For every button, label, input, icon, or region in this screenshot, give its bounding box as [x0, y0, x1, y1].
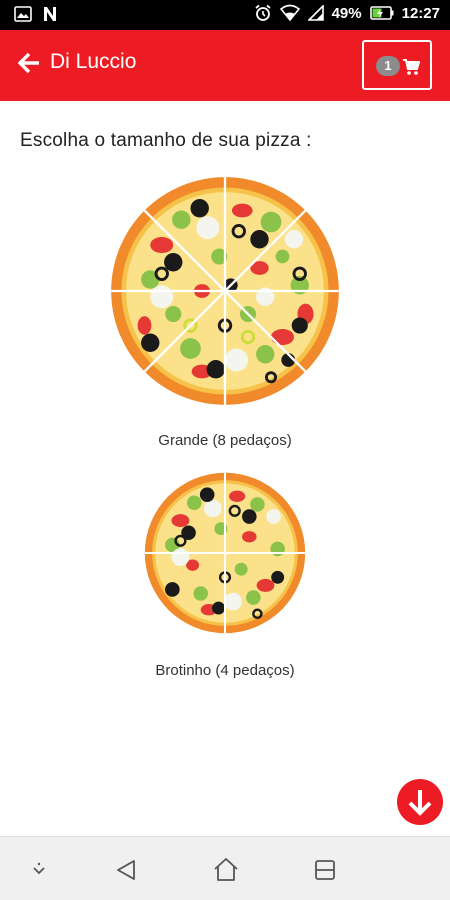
app-bar: Di Luccio 1 [0, 30, 450, 101]
pizza-4-slices-image[interactable] [144, 472, 306, 634]
cart-icon [402, 58, 421, 81]
clock: 12:27 [401, 4, 440, 22]
system-nav-bar [0, 836, 450, 900]
signal-icon [307, 5, 324, 21]
battery-percent: 49% [331, 4, 362, 22]
home-icon[interactable] [211, 855, 241, 885]
arrow-down-icon [408, 790, 432, 816]
alarm-icon [254, 4, 272, 22]
pizza-label-brotinho: Brotinho (4 pedaços) [155, 662, 295, 679]
cart-count-badge: 1 [376, 56, 400, 76]
wifi-icon [279, 4, 300, 22]
status-bar: 49% 12:27 [0, 0, 450, 30]
pizza-option-grande[interactable]: Grande (8 pedaços) [0, 176, 450, 456]
size-prompt: Escolha o tamanho de sua pizza : [20, 130, 312, 151]
hide-keyboard-icon[interactable] [24, 855, 54, 885]
pizza-8-slices-image[interactable] [110, 176, 340, 406]
n-icon [42, 6, 58, 22]
cart-button[interactable]: 1 [362, 40, 432, 90]
pizza-label-grande: Grande (8 pedaços) [158, 432, 292, 449]
image-icon [14, 6, 32, 22]
scroll-down-button[interactable] [397, 779, 443, 825]
arrow-left-icon[interactable] [17, 52, 40, 74]
app-title: Di Luccio [50, 50, 137, 73]
back-triangle-icon[interactable] [112, 855, 142, 885]
pizza-option-brotinho[interactable]: Brotinho (4 pedaços) [0, 472, 450, 687]
recents-icon[interactable] [310, 855, 340, 885]
battery-icon [369, 6, 394, 20]
